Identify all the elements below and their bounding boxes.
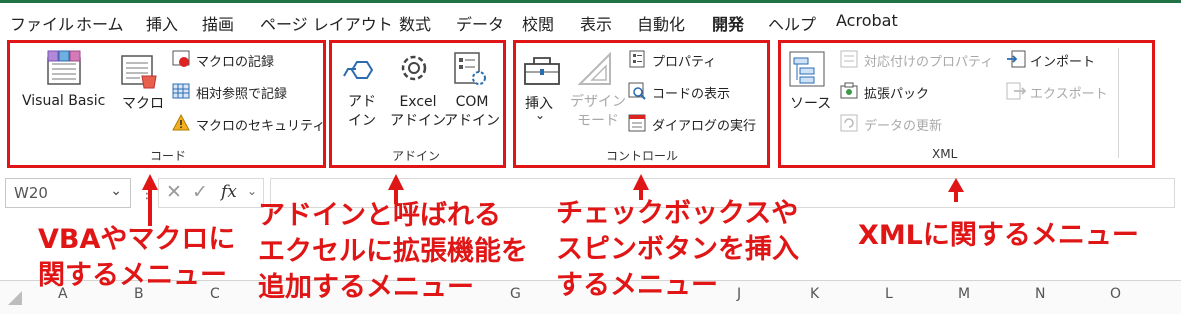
column-header-j[interactable]: J: [737, 286, 741, 302]
column-header-n[interactable]: N: [1035, 286, 1045, 302]
xml-source-icon: [789, 51, 825, 87]
export-button[interactable]: エクスポート: [1030, 83, 1108, 102]
refresh-data-button[interactable]: データの更新: [864, 115, 942, 134]
tab-view[interactable]: 表示: [580, 11, 612, 35]
run-dialog-button[interactable]: ダイアログの実行: [652, 115, 756, 134]
ribbon-tabs: ファイル ホーム 挿入 描画 ページ レイアウト 数式 データ 校閲 表示 自動…: [0, 6, 1181, 40]
refresh-data-icon: [840, 114, 858, 132]
group-separator: [1118, 48, 1119, 158]
run-dialog-icon: [628, 114, 646, 132]
record-macro-button[interactable]: マクロの記録: [196, 51, 274, 70]
column-header-m[interactable]: M: [958, 286, 970, 302]
name-box-value: W20: [14, 184, 48, 202]
chevron-down-icon[interactable]: ⌄: [110, 183, 122, 199]
import-button[interactable]: インポート: [1030, 51, 1095, 70]
select-all-corner-icon[interactable]: [6, 289, 24, 307]
formula-buttons: ✕ ✓ fx ⌄: [158, 178, 264, 208]
annotation-vba-line2: 関するメニュー: [38, 260, 227, 291]
view-code-icon: [628, 82, 646, 100]
enter-check-icon[interactable]: ✓: [192, 181, 208, 203]
import-icon: [1007, 50, 1026, 68]
insert-control-toolbox-icon: [524, 57, 560, 85]
design-mode-button[interactable]: デザイン: [570, 93, 626, 112]
cancel-icon[interactable]: ✕: [166, 181, 182, 203]
tab-formulas[interactable]: 数式: [399, 11, 431, 35]
insert-dropdown-caret[interactable]: ⌄: [535, 108, 545, 122]
properties-icon: [629, 50, 645, 68]
name-box[interactable]: W20 ⌄: [5, 178, 131, 208]
annotation-addin-line1: アドインと呼ばれる: [258, 200, 501, 231]
group-label-addin: アドイン: [392, 149, 441, 163]
macro-button[interactable]: マクロ: [122, 93, 164, 113]
column-header-l[interactable]: L: [885, 286, 893, 302]
arrow-code: [142, 174, 158, 226]
relative-reference-icon: [172, 83, 190, 99]
annotation-addin-line2: エクセルに拡張機能を: [258, 236, 528, 267]
formula-expand-icon[interactable]: ⌄: [247, 184, 257, 198]
visual-basic-icon: [47, 50, 81, 85]
tab-data[interactable]: データ: [456, 11, 504, 35]
tab-automate[interactable]: 自動化: [637, 11, 685, 35]
annotation-control-line3: するメニュー: [556, 270, 718, 301]
tab-page-layout[interactable]: ページ レイアウト: [260, 11, 393, 35]
map-properties-icon: [840, 50, 858, 68]
column-header-k[interactable]: K: [810, 286, 819, 302]
addin-hexagon-icon: [343, 61, 374, 79]
visual-basic-button[interactable]: Visual Basic: [22, 93, 105, 109]
record-macro-icon: [172, 50, 190, 67]
tab-developer[interactable]: 開発: [712, 11, 744, 35]
column-header-g[interactable]: G: [510, 286, 521, 302]
com-addin-button[interactable]: COM: [444, 93, 500, 112]
tab-review[interactable]: 校閲: [522, 11, 554, 35]
title-bar-accent: [0, 0, 1181, 3]
expansion-packs-icon: [840, 82, 858, 99]
excel-addin-gear-icon: [401, 55, 427, 81]
macro-security-button[interactable]: マクロのセキュリティ: [196, 115, 325, 134]
com-addin-icon: [454, 52, 486, 85]
export-icon: [1006, 82, 1026, 100]
tab-file[interactable]: ファイル: [10, 11, 74, 35]
addin-button[interactable]: アド: [348, 93, 376, 112]
properties-button[interactable]: プロパティ: [652, 51, 716, 70]
arrow-xml: [948, 178, 964, 202]
group-label-control: コントロール: [606, 149, 679, 163]
map-properties-button[interactable]: 対応付けのプロパティ: [864, 51, 993, 70]
design-mode-ruler-icon: [577, 51, 611, 85]
expansion-packs-button[interactable]: 拡張パック: [864, 83, 929, 102]
tab-insert[interactable]: 挿入: [146, 11, 178, 35]
warning-icon: [172, 114, 190, 131]
annotation-control-line2: スピンボタンを挿入: [556, 234, 799, 265]
excel-addin-button[interactable]: Excel: [390, 93, 446, 112]
column-header-o[interactable]: O: [1110, 286, 1121, 302]
group-label-xml: XML: [932, 147, 958, 161]
tab-home[interactable]: ホーム: [76, 11, 124, 35]
tab-help[interactable]: ヘルプ: [768, 11, 816, 35]
annotation-xml-line1: XMLに関するメニュー: [858, 220, 1139, 251]
annotation-addin-line3: 追加するメニュー: [258, 272, 474, 303]
tab-acrobat[interactable]: Acrobat: [836, 11, 898, 30]
annotation-control-line1: チェックボックスや: [556, 198, 799, 229]
relative-reference-button[interactable]: 相対参照で記録: [196, 83, 287, 102]
macro-icon: [121, 55, 157, 89]
group-label-code: コード: [150, 149, 187, 163]
annotation-vba-line1: VBAやマクロに: [38, 224, 236, 255]
view-code-button[interactable]: コードの表示: [652, 83, 730, 102]
insert-function-icon[interactable]: fx: [221, 182, 237, 202]
tab-draw[interactable]: 描画: [202, 11, 234, 35]
xml-source-button[interactable]: ソース: [790, 93, 831, 113]
